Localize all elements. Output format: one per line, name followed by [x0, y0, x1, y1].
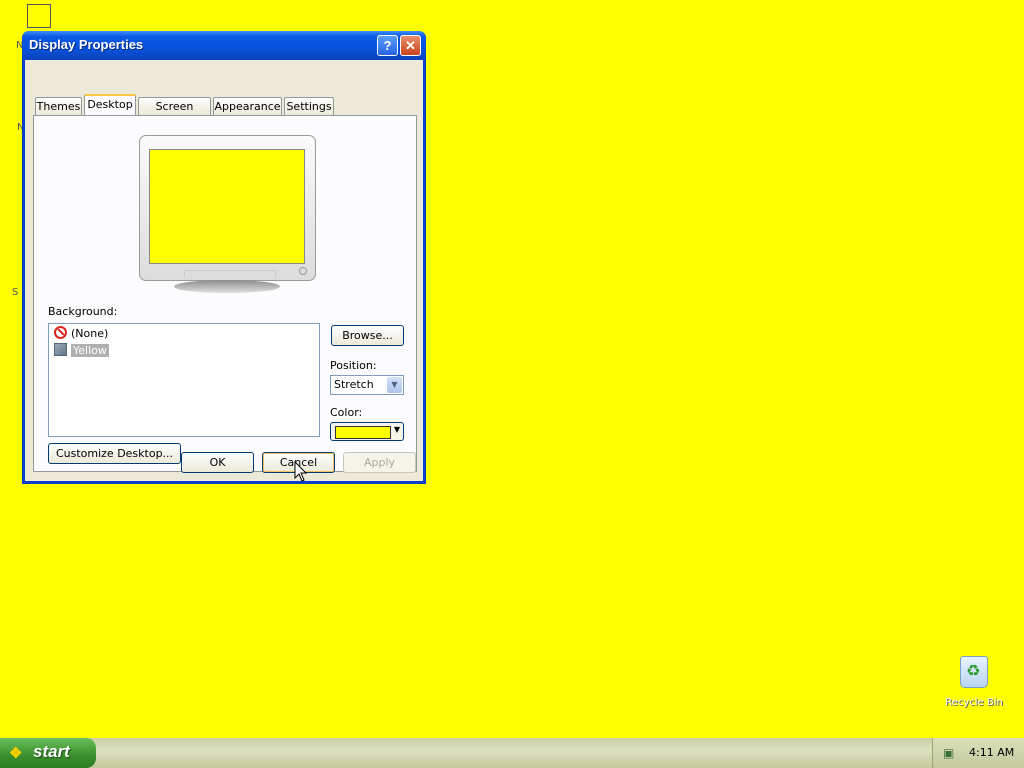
list-item-label: Yellow — [71, 344, 109, 357]
background-listbox[interactable]: (None) Yellow — [48, 323, 320, 437]
color-label: Color: — [330, 406, 363, 419]
apply-button[interactable]: Apply — [343, 452, 416, 473]
title-bar[interactable]: Display Properties ? ✕ — [22, 31, 426, 60]
preview-screen — [149, 149, 305, 264]
tab-screen-saver[interactable]: Screen Saver — [138, 97, 211, 130]
monitor-stand — [174, 280, 280, 293]
list-item-none[interactable]: (None) — [54, 326, 108, 342]
color-swatch — [335, 426, 391, 439]
monitor-power-icon — [299, 267, 307, 275]
close-button[interactable]: ✕ — [400, 35, 421, 56]
system-tray: ▣ 4:11 AM — [932, 738, 1024, 768]
desktop-icon-fragment: S — [12, 287, 19, 298]
dialog-client-area: Themes Desktop Screen Saver Appearance S… — [25, 60, 423, 481]
customize-desktop-button[interactable]: Customize Desktop... — [48, 443, 181, 464]
tab-appearance[interactable]: Appearance — [213, 97, 282, 115]
background-label: Background: — [48, 305, 118, 318]
recycle-bin[interactable]: Recycle Bin — [944, 656, 1004, 708]
taskbar: ❖ start ▣ 4:11 AM — [0, 738, 1024, 768]
image-icon — [54, 343, 67, 356]
recycle-bin-label: Recycle Bin — [945, 697, 1003, 708]
desktop-tab-panel: Background: (None) Yellow Browse... Posi… — [33, 115, 417, 472]
chevron-down-icon: ▼ — [393, 425, 400, 434]
tab-themes[interactable]: Themes — [35, 97, 82, 115]
start-button[interactable]: ❖ start — [0, 738, 96, 768]
none-icon — [54, 326, 67, 339]
position-label: Position: — [330, 359, 377, 372]
desktop-shortcut-icon[interactable] — [27, 4, 51, 28]
ok-button[interactable]: OK — [181, 452, 254, 473]
chevron-down-icon[interactable]: ▼ — [387, 377, 402, 393]
list-item-label: (None) — [71, 327, 109, 340]
position-value: Stretch — [334, 378, 374, 391]
recycle-bin-icon — [960, 656, 988, 688]
mouse-cursor-icon — [294, 461, 308, 482]
start-label: start — [33, 742, 70, 761]
tab-desktop[interactable]: Desktop — [84, 94, 136, 115]
list-item-yellow[interactable]: Yellow — [54, 343, 109, 359]
clock[interactable]: 4:11 AM — [969, 746, 1014, 759]
tab-settings[interactable]: Settings — [284, 97, 334, 115]
network-icon[interactable]: ▣ — [943, 746, 954, 760]
window-title: Display Properties — [29, 37, 144, 52]
display-properties-window: Display Properties ? ✕ Themes Desktop Sc… — [22, 31, 426, 484]
monitor-bezel-strip — [184, 270, 276, 277]
position-select[interactable]: Stretch ▼ — [330, 375, 404, 395]
browse-button[interactable]: Browse... — [331, 325, 404, 346]
monitor-preview — [139, 135, 316, 281]
help-button[interactable]: ? — [377, 35, 398, 56]
color-picker-button[interactable]: ▼ — [330, 422, 404, 441]
windows-flag-icon: ❖ — [9, 745, 23, 762]
